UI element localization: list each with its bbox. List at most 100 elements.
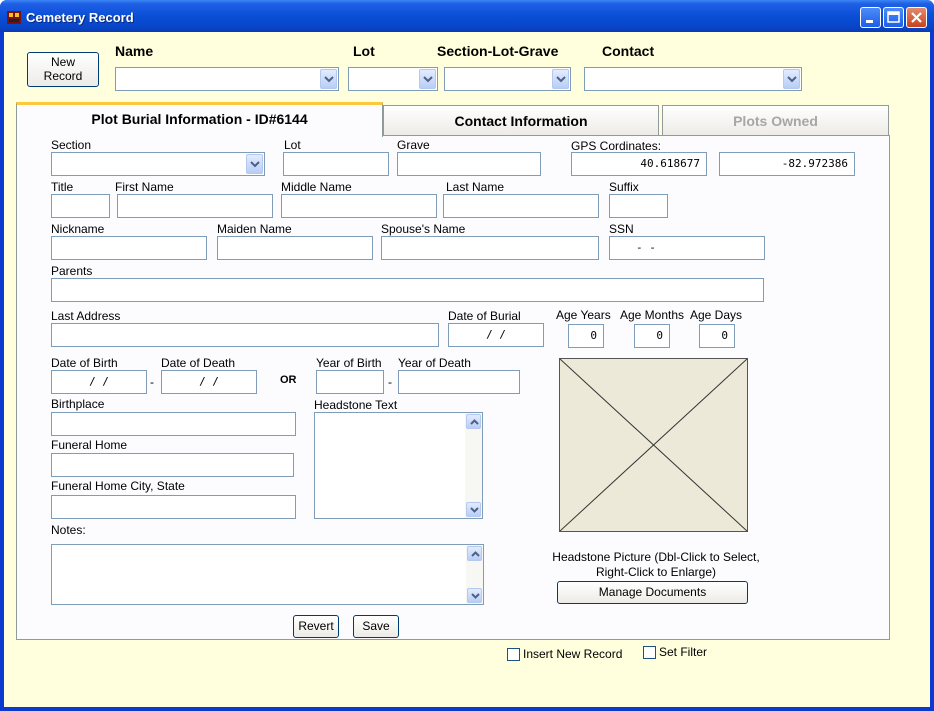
chevron-down-icon — [324, 76, 334, 83]
maiden-name-label: Maiden Name — [217, 222, 292, 236]
chevron-down-icon — [250, 161, 260, 168]
minimize-icon — [866, 20, 873, 23]
year-of-birth-field[interactable] — [316, 370, 384, 394]
tab-label: Plots Owned — [733, 113, 818, 129]
minimize-button[interactable] — [860, 7, 881, 28]
lot-combo[interactable] — [348, 67, 438, 91]
notes-scrollbar[interactable] — [466, 545, 483, 604]
last-address-field[interactable] — [51, 323, 439, 347]
suffix-label: Suffix — [609, 180, 639, 194]
chevron-down-icon — [471, 593, 480, 599]
year-of-death-label: Year of Death — [398, 356, 471, 370]
date-separator: - — [150, 375, 154, 389]
gps-latitude-field[interactable]: 40.618677 — [571, 152, 707, 176]
grave-label: Grave — [397, 138, 430, 152]
contact-combo[interactable] — [584, 67, 802, 91]
maximize-button[interactable] — [883, 7, 904, 28]
window-title: Cemetery Record — [26, 10, 134, 25]
save-button[interactable]: Save — [353, 615, 399, 638]
age-days-field[interactable]: 0 — [699, 324, 735, 348]
maiden-name-field[interactable] — [217, 236, 373, 260]
date-of-birth-label: Date of Birth — [51, 356, 118, 370]
chevron-down-icon — [787, 76, 797, 83]
year-separator: - — [388, 375, 392, 389]
lot-header: Lot — [353, 43, 375, 59]
plot-burial-panel: Section Lot Grave GPS Cordinates: 40.618… — [16, 135, 890, 640]
set-filter-checkbox[interactable] — [643, 646, 656, 659]
title-bar[interactable]: Cemetery Record — [0, 0, 934, 32]
close-button[interactable] — [906, 7, 927, 28]
funeral-home-label: Funeral Home — [51, 438, 128, 452]
date-of-birth-field[interactable]: / / — [51, 370, 147, 394]
insert-new-record-label: Insert New Record — [523, 647, 623, 661]
age-months-label: Age Months — [620, 308, 685, 322]
manage-documents-button[interactable]: Manage Documents — [557, 581, 748, 604]
chevron-down-icon — [470, 507, 479, 513]
contact-header: Contact — [602, 43, 655, 59]
funeral-home-field[interactable] — [51, 453, 294, 477]
lot-dropdown-button[interactable] — [419, 69, 436, 89]
headstone-text-area[interactable] — [314, 412, 483, 519]
tab-plot-burial-information[interactable]: Plot Burial Information - ID#6144 — [16, 102, 383, 137]
headstone-picture[interactable] — [559, 358, 748, 532]
funeral-home-city-label: Funeral Home City, State — [51, 479, 185, 493]
age-months-field[interactable]: 0 — [634, 324, 670, 348]
new-record-button[interactable]: New Record — [27, 52, 99, 87]
lot-field[interactable] — [283, 152, 389, 176]
suffix-field[interactable] — [609, 194, 668, 218]
section-dropdown-button[interactable] — [246, 154, 263, 174]
parents-label: Parents — [51, 264, 93, 278]
age-days-label: Age Days — [690, 308, 743, 322]
birthplace-field[interactable] — [51, 412, 296, 436]
age-years-field[interactable]: 0 — [568, 324, 604, 348]
tab-label: Contact Information — [454, 113, 588, 129]
app-icon — [7, 11, 21, 24]
nickname-field[interactable] — [51, 236, 207, 260]
insert-new-record-checkbox[interactable] — [507, 648, 520, 661]
section-lot-grave-combo[interactable] — [444, 67, 571, 91]
tab-contact-information[interactable]: Contact Information — [383, 105, 659, 136]
grave-field[interactable] — [397, 152, 541, 176]
date-of-burial-label: Date of Burial — [448, 309, 521, 323]
last-name-label: Last Name — [446, 180, 505, 194]
scroll-down-button[interactable] — [466, 502, 481, 517]
name-dropdown-button[interactable] — [320, 69, 337, 89]
year-of-death-field[interactable] — [398, 370, 520, 394]
revert-button[interactable]: Revert — [293, 615, 339, 638]
notes-area[interactable] — [51, 544, 484, 605]
picture-caption-line-1: Headstone Picture (Dbl-Click to Select, — [552, 550, 760, 564]
scroll-up-button[interactable] — [466, 414, 481, 429]
headstone-text-label: Headstone Text — [314, 398, 398, 412]
headstone-text-scrollbar[interactable] — [465, 413, 482, 518]
spouse-name-field[interactable] — [381, 236, 599, 260]
close-icon — [911, 12, 922, 23]
or-label: OR — [280, 374, 297, 386]
chevron-up-icon — [471, 551, 480, 557]
gps-longitude-field[interactable]: -82.972386 — [719, 152, 855, 176]
first-name-label: First Name — [115, 180, 174, 194]
scroll-up-button[interactable] — [467, 546, 482, 561]
last-address-label: Last Address — [51, 309, 121, 323]
date-of-death-field[interactable]: / / — [161, 370, 257, 394]
ssn-label: SSN — [609, 222, 634, 236]
year-of-birth-label: Year of Birth — [316, 356, 382, 370]
title-field[interactable] — [51, 194, 110, 218]
section-combo[interactable] — [51, 152, 265, 176]
funeral-home-city-field[interactable] — [51, 495, 296, 519]
section-lot-grave-dropdown-button[interactable] — [552, 69, 569, 89]
last-name-field[interactable] — [443, 194, 599, 218]
tab-label: Plot Burial Information - ID#6144 — [91, 111, 308, 127]
scroll-down-button[interactable] — [467, 588, 482, 603]
ssn-field[interactable]: - - — [609, 236, 765, 260]
parents-field[interactable] — [51, 278, 764, 302]
contact-dropdown-button[interactable] — [783, 69, 800, 89]
first-name-field[interactable] — [117, 194, 273, 218]
date-of-burial-field[interactable]: / / — [448, 323, 544, 347]
new-record-label-2: Record — [43, 69, 83, 83]
tab-plots-owned: Plots Owned — [662, 105, 889, 136]
new-record-label-1: New — [50, 55, 75, 69]
chevron-down-icon — [423, 76, 433, 83]
name-combo[interactable] — [115, 67, 339, 91]
chevron-down-icon — [556, 76, 566, 83]
middle-name-field[interactable] — [281, 194, 437, 218]
